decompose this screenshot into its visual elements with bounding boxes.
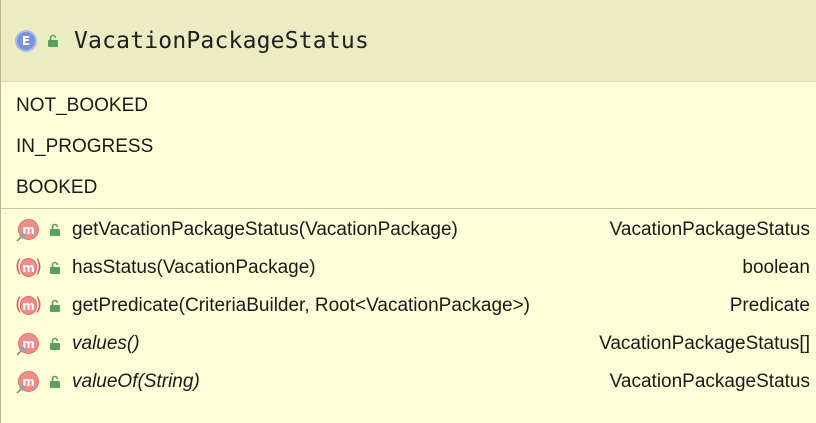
method-signature: valueOf(String)	[72, 371, 200, 392]
method-signature: hasStatus(VacationPackage)	[72, 257, 316, 278]
enum-icon: E	[15, 29, 37, 52]
pin-icon	[16, 346, 26, 356]
method-return-type: VacationPackageStatus	[609, 371, 810, 392]
pin-icon	[16, 232, 26, 242]
abstract-method-icon: ( m )	[15, 256, 43, 280]
method-row: m getVacationPackageStatus(VacationPacka…	[1, 211, 816, 249]
enum-constant: BOOKED	[16, 176, 98, 198]
method-icon: m	[16, 218, 40, 242]
method-row: ( m ) getPredicate(CriteriaBuilder, Root…	[1, 287, 816, 325]
method-icon: m	[16, 332, 40, 356]
paren-right: )	[35, 256, 43, 277]
enum-constant: NOT_BOOKED	[16, 94, 148, 116]
method-return-type: Predicate	[729, 295, 810, 316]
methods-section: m getVacationPackageStatus(VacationPacka…	[1, 209, 816, 401]
method-row: m valueOf(String) VacationPackageStatus	[1, 363, 816, 401]
method-row: ( m ) hasStatus(VacationPackage) boolean	[1, 249, 816, 287]
method-return-type: boolean	[742, 257, 810, 278]
method-signature: values()	[72, 333, 140, 354]
paren-right: )	[35, 294, 43, 315]
method-return-type: VacationPackageStatus	[609, 219, 810, 240]
constants-section: NOT_BOOKED IN_PROGRESS BOOKED	[1, 82, 816, 209]
public-visibility-icon	[50, 337, 60, 350]
pin-icon	[16, 384, 26, 394]
class-header: E VacationPackageStatus	[1, 0, 816, 82]
method-icon: m	[16, 370, 40, 394]
abstract-method-icon: ( m )	[15, 294, 43, 318]
enum-constant: IN_PROGRESS	[16, 135, 154, 157]
uml-class-box: E VacationPackageStatus NOT_BOOKED IN_PR…	[0, 0, 816, 423]
method-row: m values() VacationPackageStatus[]	[1, 325, 816, 363]
public-visibility-icon	[50, 299, 60, 312]
public-visibility-icon	[50, 261, 60, 274]
method-signature: getPredicate(CriteriaBuilder, Root<Vacat…	[72, 295, 531, 316]
method-return-type: VacationPackageStatus[]	[599, 333, 810, 354]
method-signature: getVacationPackageStatus(VacationPackage…	[72, 219, 458, 240]
public-visibility-icon	[50, 223, 60, 236]
public-visibility-icon	[48, 34, 58, 47]
class-name: VacationPackageStatus	[74, 27, 369, 54]
public-visibility-icon	[50, 375, 60, 388]
